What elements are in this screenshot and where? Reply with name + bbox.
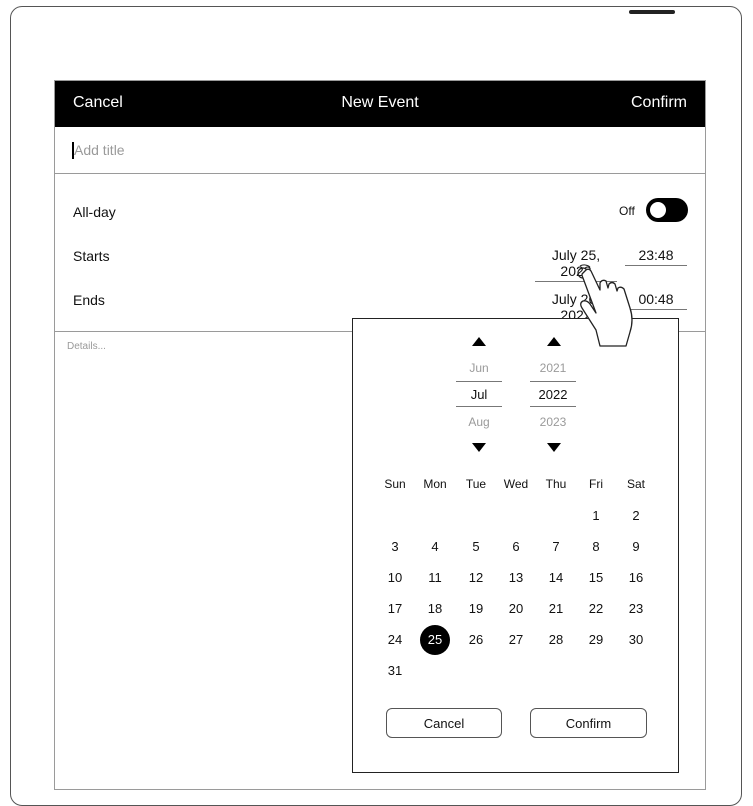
start-time-field[interactable]: 23:48 (625, 247, 687, 266)
weekday-header: Fri (589, 477, 603, 491)
day-label: 9 (632, 539, 640, 554)
day-label: 8 (592, 539, 600, 554)
calendar-day[interactable]: 18 (415, 594, 455, 624)
day-label: 5 (472, 539, 480, 554)
dialog-title: New Event (341, 94, 419, 111)
calendar-day-selected[interactable]: 25 (415, 625, 455, 655)
device-power-button (629, 10, 675, 14)
day-label: 4 (431, 539, 439, 554)
day-label: 16 (628, 570, 644, 585)
allday-state-label: Off (619, 204, 635, 218)
calendar-day[interactable]: 6 (496, 532, 536, 562)
picker-cancel-button[interactable]: Cancel (386, 708, 502, 738)
picker-confirm-button[interactable]: Confirm (530, 708, 647, 738)
day-label: 2 (632, 508, 640, 523)
calendar-day[interactable]: 30 (616, 625, 656, 655)
day-label: 28 (548, 632, 564, 647)
calendar-day[interactable]: 17 (375, 594, 415, 624)
month-up-icon[interactable] (472, 337, 486, 346)
calendar-day[interactable]: 26 (456, 625, 496, 655)
day-label: 6 (512, 539, 520, 554)
day-label: 12 (468, 570, 484, 585)
calendar-day[interactable]: 2 (616, 501, 656, 531)
year-down-icon[interactable] (547, 443, 561, 452)
toggle-knob (650, 202, 666, 218)
calendar-day[interactable]: 31 (375, 656, 415, 686)
calendar-day[interactable]: 9 (616, 532, 656, 562)
calendar-day[interactable]: 20 (496, 594, 536, 624)
day-label: 23 (628, 601, 644, 616)
day-label: 31 (387, 663, 403, 678)
calendar-day[interactable]: 15 (576, 563, 616, 593)
year-up-icon[interactable] (547, 337, 561, 346)
day-label: 24 (387, 632, 403, 647)
calendar-day[interactable]: 24 (375, 625, 415, 655)
day-label: 7 (552, 539, 560, 554)
weekday-header: Sun (384, 477, 406, 491)
allday-toggle[interactable] (646, 198, 688, 222)
day-label: 14 (548, 570, 564, 585)
calendar-day[interactable]: 10 (375, 563, 415, 593)
day-label: 11 (428, 570, 442, 585)
starts-label: Starts (73, 248, 110, 264)
calendar-day[interactable]: 23 (616, 594, 656, 624)
calendar-day[interactable]: 13 (496, 563, 536, 593)
weekday-header: Thu (545, 477, 567, 491)
ends-label: Ends (73, 292, 105, 308)
calendar-day[interactable]: 19 (456, 594, 496, 624)
details-field[interactable]: Details... (67, 341, 106, 352)
calendar-day[interactable]: 12 (456, 563, 496, 593)
calendar-day[interactable]: 14 (536, 563, 576, 593)
calendar-day[interactable]: 3 (375, 532, 415, 562)
calendar-day[interactable]: 7 (536, 532, 576, 562)
day-label: 27 (508, 632, 524, 647)
weekday-header: Mon (423, 477, 447, 491)
weekday-header: Wed (503, 477, 529, 491)
day-label: 10 (387, 570, 403, 585)
calendar-day[interactable]: 22 (576, 594, 616, 624)
start-date-field[interactable]: July 25, 2022 (535, 247, 617, 282)
day-label: 29 (588, 632, 604, 647)
calendar-day[interactable]: 29 (576, 625, 616, 655)
day-label: 17 (387, 601, 403, 616)
end-time-field[interactable]: 00:48 (625, 291, 687, 310)
day-label: 26 (468, 632, 484, 647)
calendar-day[interactable]: 27 (496, 625, 536, 655)
year-prev[interactable]: 2021 (530, 361, 576, 375)
year-next[interactable]: 2023 (530, 415, 576, 429)
day-label: 18 (427, 601, 443, 616)
month-prev[interactable]: Jun (456, 361, 502, 375)
month-current[interactable]: Jul (456, 381, 502, 407)
day-label: 20 (508, 601, 524, 616)
calendar-day[interactable]: 21 (536, 594, 576, 624)
allday-label: All-day (73, 204, 116, 220)
calendar-day[interactable]: 8 (576, 532, 616, 562)
weekday-header: Tue (465, 477, 487, 491)
day-label: 19 (468, 601, 484, 616)
calendar-day[interactable]: 4 (415, 532, 455, 562)
day-label: 21 (548, 601, 564, 616)
top-bar: Cancel New Event Confirm (55, 81, 705, 127)
day-label: 25 (420, 625, 450, 655)
calendar-day[interactable]: 1 (576, 501, 616, 531)
calendar-day[interactable]: 28 (536, 625, 576, 655)
month-down-icon[interactable] (472, 443, 486, 452)
calendar-day[interactable]: 11 (415, 563, 455, 593)
day-label: 13 (508, 570, 524, 585)
day-label: 30 (628, 632, 644, 647)
calendar-day[interactable]: 16 (616, 563, 656, 593)
title-row (55, 127, 705, 174)
confirm-button[interactable]: Confirm (631, 94, 687, 112)
year-current[interactable]: 2022 (530, 381, 576, 407)
weekday-header: Sat (626, 477, 645, 491)
day-label: 3 (391, 539, 399, 554)
day-label: 1 (592, 508, 600, 523)
month-next[interactable]: Aug (456, 415, 502, 429)
date-picker-popup: Jun Jul Aug 2021 2022 2023 Sun Mon Tue W… (352, 318, 679, 773)
title-input[interactable] (74, 139, 574, 161)
calendar-day[interactable]: 5 (456, 532, 496, 562)
day-label: 15 (588, 570, 604, 585)
day-label: 22 (588, 601, 604, 616)
